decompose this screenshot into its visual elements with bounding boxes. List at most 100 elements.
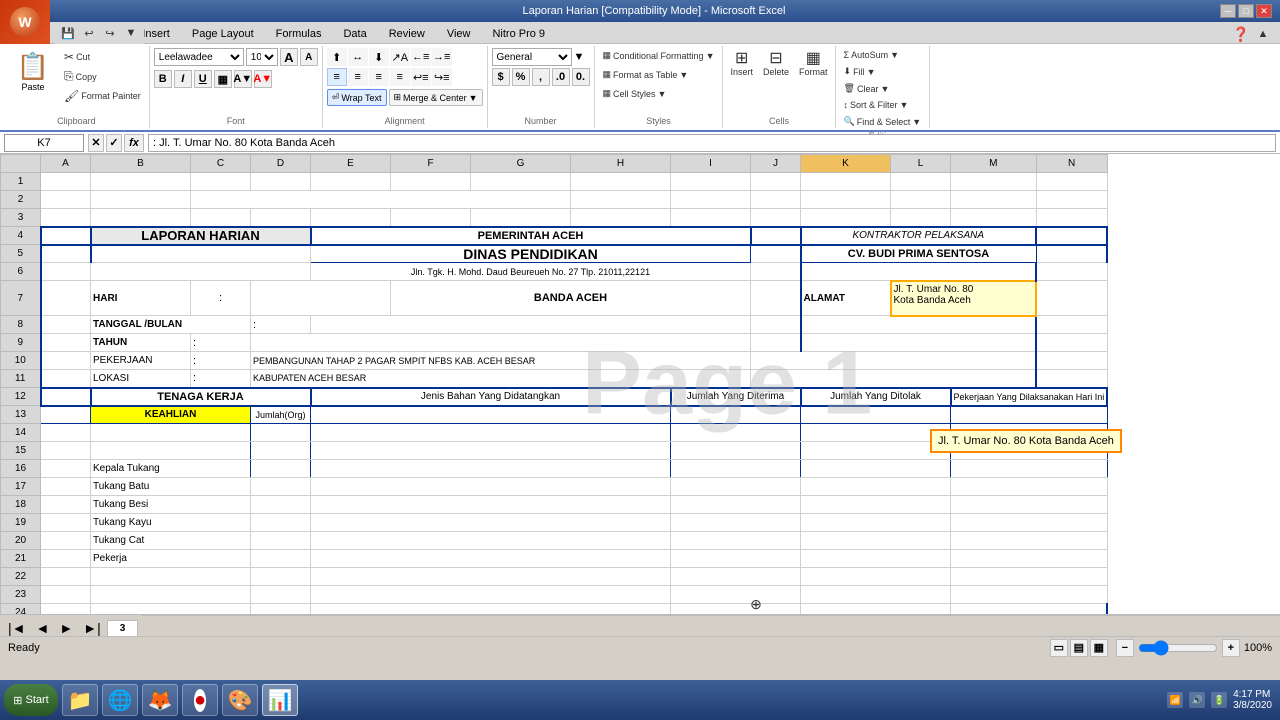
cell-e16[interactable] xyxy=(311,460,671,478)
cell-k24[interactable] xyxy=(801,604,951,615)
ribbon-minimize-btn[interactable]: ▲ xyxy=(1254,25,1272,43)
cell-a1[interactable] xyxy=(41,173,91,191)
cell-k21[interactable] xyxy=(801,550,951,568)
cell-k15[interactable] xyxy=(801,442,951,460)
cell-k9[interactable] xyxy=(801,334,1037,352)
font-size-select[interactable]: 10 xyxy=(246,48,278,66)
comma-btn[interactable]: , xyxy=(532,68,550,86)
cell-c7[interactable]: : xyxy=(191,281,251,316)
bold-button[interactable]: B xyxy=(154,70,172,88)
cell-j1[interactable] xyxy=(751,173,801,191)
cell-m2[interactable] xyxy=(951,191,1037,209)
formula-fx-btn[interactable]: fx xyxy=(124,134,144,152)
cell-k12[interactable]: Jumlah Yang Ditolak xyxy=(801,388,951,406)
fill-color-btn[interactable]: A▼ xyxy=(234,70,252,88)
cell-b20[interactable]: Tukang Cat xyxy=(91,532,251,550)
cell-d10[interactable]: PEMBANGUNAN TAHAP 2 PAGAR SMPIT NFBS KAB… xyxy=(251,352,751,370)
taskbar-photoshop[interactable]: 🎨 xyxy=(222,684,258,716)
cell-i13[interactable] xyxy=(671,406,801,424)
cell-j3[interactable] xyxy=(751,209,801,227)
cell-e5[interactable]: DINAS PENDIDIKAN xyxy=(311,245,751,263)
cell-b15[interactable] xyxy=(91,442,251,460)
cell-a5[interactable] xyxy=(41,245,91,263)
merge-center-button[interactable]: ⊞ Merge & Center ▼ xyxy=(389,89,483,106)
cell-h3[interactable] xyxy=(571,209,671,227)
cell-k8[interactable] xyxy=(801,316,1037,334)
cell-d1[interactable] xyxy=(251,173,311,191)
align-center-btn[interactable]: ≡ xyxy=(348,68,368,86)
cell-d20[interactable] xyxy=(251,532,311,550)
cell-d22[interactable] xyxy=(251,568,311,586)
cell-d18[interactable] xyxy=(251,496,311,514)
col-header-g[interactable]: G xyxy=(471,155,571,173)
cell-d17[interactable] xyxy=(251,478,311,496)
cell-i3[interactable] xyxy=(671,209,751,227)
cell-n6[interactable] xyxy=(1036,263,1107,281)
indent-increase-btn[interactable]: →≡ xyxy=(432,48,452,66)
cell-m20[interactable] xyxy=(951,532,1108,550)
cell-i18[interactable] xyxy=(671,496,801,514)
col-header-d[interactable]: D xyxy=(251,155,311,173)
sheet-nav-next[interactable]: ► xyxy=(55,620,77,636)
cell-a20[interactable] xyxy=(41,532,91,550)
cell-m24[interactable] xyxy=(951,604,1108,615)
cell-n4[interactable] xyxy=(1036,227,1107,245)
cell-d15[interactable] xyxy=(251,442,311,460)
cell-l1[interactable] xyxy=(891,173,951,191)
cell-i16[interactable] xyxy=(671,460,801,478)
col-header-f[interactable]: F xyxy=(391,155,471,173)
cell-i2[interactable] xyxy=(671,191,751,209)
cell-d24[interactable] xyxy=(251,604,311,615)
align-bottom-btn[interactable]: ⬇ xyxy=(369,48,389,66)
cell-b13[interactable]: KEAHLIAN xyxy=(91,406,251,424)
ltr-btn[interactable]: ↪≡ xyxy=(432,68,452,86)
minimize-button[interactable]: ─ xyxy=(1220,4,1236,18)
cell-c9[interactable]: : xyxy=(191,334,251,352)
cell-b7[interactable]: HARI xyxy=(91,281,191,316)
cell-b17[interactable]: Tukang Batu xyxy=(91,478,251,496)
taskbar-firefox[interactable]: 🦊 xyxy=(142,684,178,716)
window-controls[interactable]: ─ □ ✕ xyxy=(1220,4,1272,18)
col-header-i[interactable]: I xyxy=(671,155,751,173)
cell-b11[interactable]: LOKASI xyxy=(91,370,191,388)
col-header-k[interactable]: K xyxy=(801,155,891,173)
cell-f1[interactable] xyxy=(391,173,471,191)
format-as-table-btn[interactable]: ▦ Format as Table ▼ xyxy=(599,67,693,82)
cell-e6[interactable]: Jln. Tgk. H. Mohd. Daud Beureueh No. 27 … xyxy=(311,263,751,281)
indent-decrease-btn[interactable]: ←≡ xyxy=(411,48,431,66)
cell-j11[interactable] xyxy=(751,370,1037,388)
cell-e21[interactable] xyxy=(311,550,671,568)
cell-n1[interactable] xyxy=(1036,173,1107,191)
cell-j6[interactable] xyxy=(751,263,801,281)
cell-k19[interactable] xyxy=(801,514,951,532)
cell-n9[interactable] xyxy=(1036,334,1107,352)
increase-decimal-btn[interactable]: .0 xyxy=(552,68,570,86)
underline-button[interactable]: U xyxy=(194,70,212,88)
cell-e4[interactable]: PEMERINTAH ACEH xyxy=(311,227,751,245)
cell-d13[interactable]: Jumlah(Org) xyxy=(251,406,311,424)
cell-a12[interactable] xyxy=(41,388,91,406)
cell-n2[interactable] xyxy=(1036,191,1107,209)
cell-i15[interactable] xyxy=(671,442,801,460)
cell-e13[interactable] xyxy=(311,406,671,424)
cell-d23[interactable] xyxy=(251,586,311,604)
cell-e12[interactable]: Jenis Bahan Yang Didatangkan xyxy=(311,388,671,406)
cell-i24[interactable] xyxy=(671,604,801,615)
tab-formulas[interactable]: Formulas xyxy=(265,24,333,43)
cell-k22[interactable] xyxy=(801,568,951,586)
office-button[interactable]: W xyxy=(0,0,50,44)
col-header-e[interactable]: E xyxy=(311,155,391,173)
cell-b6[interactable] xyxy=(91,263,311,281)
cell-b1[interactable] xyxy=(91,173,191,191)
cell-k7[interactable]: ALAMAT xyxy=(801,281,891,316)
align-justify-btn[interactable]: ≡ xyxy=(390,68,410,86)
cell-b3[interactable] xyxy=(91,209,191,227)
cell-b19[interactable]: Tukang Kayu xyxy=(91,514,251,532)
restore-button[interactable]: □ xyxy=(1238,4,1254,18)
name-box[interactable] xyxy=(4,134,84,152)
cell-a19[interactable] xyxy=(41,514,91,532)
currency-btn[interactable]: $ xyxy=(492,68,510,86)
sort-filter-btn[interactable]: ↕ Sort & Filter ▼ xyxy=(840,98,913,112)
increase-font-btn[interactable]: A xyxy=(280,48,298,66)
zoom-slider[interactable] xyxy=(1138,640,1218,656)
